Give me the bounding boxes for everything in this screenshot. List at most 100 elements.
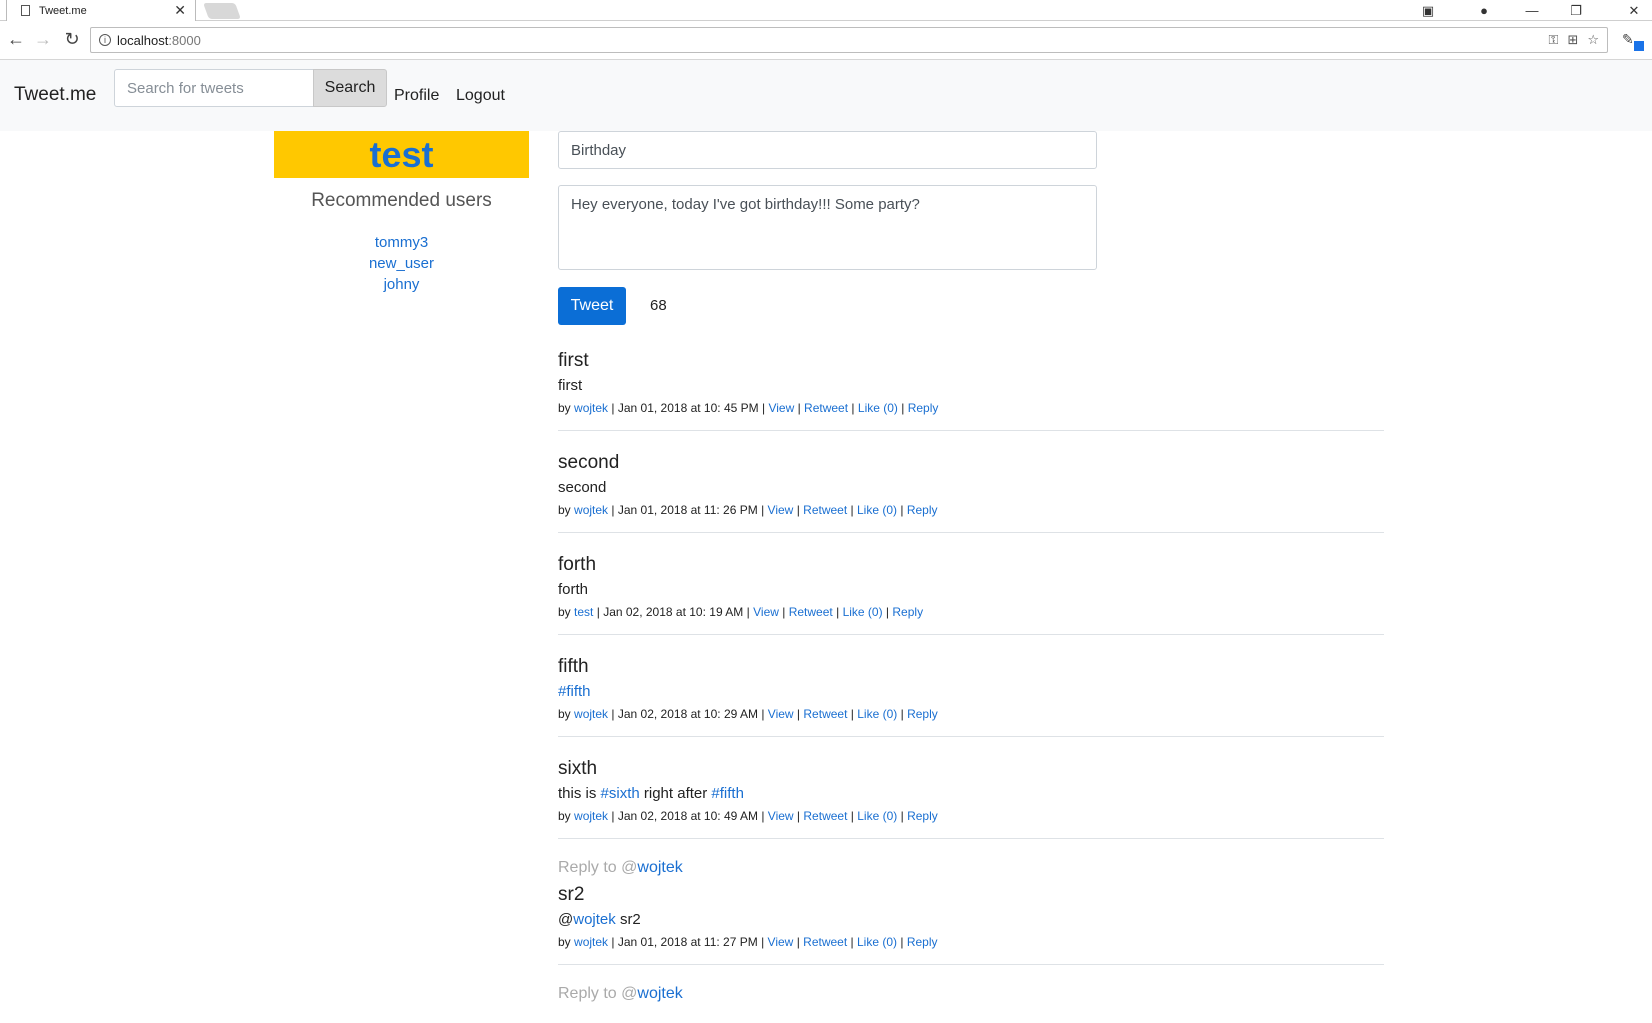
retweet-link[interactable]: Retweet (803, 503, 847, 517)
view-link[interactable]: View (753, 605, 779, 619)
retweet-link[interactable]: Retweet (803, 935, 847, 949)
tweet-title-input[interactable] (558, 131, 1097, 169)
info-icon[interactable]: i (99, 34, 111, 46)
user-banner: test (274, 131, 529, 178)
tweet-body: @wojtek sr2 (558, 911, 641, 928)
tweet-item: Reply to @wojtek (558, 965, 1384, 1023)
tweet-date: Jan 02, 2018 at 10: 49 AM (617, 809, 758, 823)
tweet-body-input[interactable]: Hey everyone, today I've got birthday!!!… (558, 185, 1097, 270)
tweet-body: second (558, 479, 607, 496)
tweet-item: second second by wojtek | Jan 01, 2018 a… (558, 431, 1384, 533)
tweet-title: fifth (558, 656, 589, 677)
tweet-author-link[interactable]: wojtek (574, 503, 608, 517)
tweet-meta: by wojtek | Jan 02, 2018 at 10: 49 AM | … (558, 809, 938, 823)
reply-to-user-link[interactable]: wojtek (637, 985, 682, 1002)
cast-icon[interactable]: ▣ (1410, 0, 1446, 21)
mention-link[interactable]: wojtek (573, 911, 616, 928)
like-link[interactable]: Like (0) (857, 935, 897, 949)
browser-tab[interactable]: Tweet.me ✕ (6, 0, 196, 21)
tweet-author-link[interactable]: test (574, 605, 593, 619)
translate-icon[interactable]: ⊞ (1567, 32, 1578, 48)
star-icon[interactable]: ☆ (1587, 32, 1599, 48)
recommended-users-list: tommy3 new_user johny (274, 234, 529, 293)
hashtag-link[interactable]: #sixth (601, 785, 640, 802)
tweet-title: second (558, 452, 620, 473)
key-icon[interactable]: ⚿ (1549, 32, 1559, 48)
retweet-link[interactable]: Retweet (789, 605, 833, 619)
like-link[interactable]: Like (0) (858, 401, 898, 415)
reply-to-user-link[interactable]: wojtek (637, 859, 682, 876)
search-input[interactable] (114, 69, 314, 107)
retweet-link[interactable]: Retweet (804, 401, 848, 415)
window-close-icon[interactable]: ✕ (1616, 0, 1652, 21)
hashtag-link[interactable]: #fifth (711, 785, 744, 802)
profile-link[interactable]: Profile (394, 87, 439, 105)
tweet-meta: by wojtek | Jan 01, 2018 at 11: 26 PM | … (558, 503, 938, 517)
logout-link[interactable]: Logout (456, 87, 505, 105)
hashtag-link[interactable]: #fifth (558, 683, 591, 700)
tweet-date: Jan 01, 2018 at 10: 45 PM (617, 401, 759, 415)
back-arrow-icon[interactable]: ← (4, 27, 28, 51)
recommended-user-link[interactable]: johny (274, 276, 529, 293)
new-tab-button[interactable] (203, 3, 241, 19)
tweet-title: first (558, 350, 589, 371)
view-link[interactable]: View (768, 935, 794, 949)
search-button[interactable]: Search (313, 69, 387, 107)
page-icon (21, 5, 30, 16)
reply-link[interactable]: Reply (907, 809, 938, 823)
tweet-item: sixth this is #sixth right after #fifth … (558, 737, 1384, 839)
retweet-link[interactable]: Retweet (803, 707, 847, 721)
view-link[interactable]: View (768, 401, 794, 415)
like-link[interactable]: Like (0) (857, 707, 897, 721)
address-bar[interactable]: i localhost:8000 ⚿ ⊞ ☆ (90, 27, 1608, 53)
tweet-meta: by wojtek | Jan 02, 2018 at 10: 29 AM | … (558, 707, 938, 721)
tab-close-icon[interactable]: ✕ (174, 2, 186, 19)
site-navbar: Tweet.me Search Profile Logout (0, 60, 1652, 131)
browser-tab-title: Tweet.me (39, 4, 87, 17)
brand-logo[interactable]: Tweet.me (14, 84, 96, 106)
reply-link[interactable]: Reply (907, 707, 938, 721)
like-link[interactable]: Like (0) (857, 503, 897, 517)
tweet-author-link[interactable]: wojtek (574, 401, 608, 415)
tweet-item: forth forth by test | Jan 02, 2018 at 10… (558, 533, 1384, 635)
recommended-user-link[interactable]: tommy3 (274, 234, 529, 251)
like-link[interactable]: Like (0) (843, 605, 883, 619)
browser-tabstrip: Tweet.me ✕ ▣ ● — ❐ ✕ (0, 0, 1652, 21)
reply-link[interactable]: Reply (892, 605, 923, 619)
view-link[interactable]: View (768, 809, 794, 823)
reply-link[interactable]: Reply (908, 401, 939, 415)
tweet-title: sr2 (558, 884, 585, 905)
reply-link[interactable]: Reply (907, 935, 938, 949)
view-link[interactable]: View (768, 707, 794, 721)
reply-link[interactable]: Reply (907, 503, 938, 517)
url-port: :8000 (168, 32, 201, 48)
restore-icon[interactable]: ❐ (1558, 0, 1594, 21)
recommended-user-link[interactable]: new_user (274, 255, 529, 272)
tweet-item: first first by wojtek | Jan 01, 2018 at … (558, 341, 1384, 431)
reload-icon[interactable]: ↻ (60, 27, 84, 51)
extension-icon[interactable]: ✎ (1622, 31, 1644, 51)
tweet-title: sixth (558, 758, 598, 779)
minimize-icon[interactable]: — (1514, 0, 1550, 21)
forward-arrow-icon[interactable]: → (31, 27, 55, 51)
tweet-author-link[interactable]: wojtek (574, 809, 608, 823)
tweet-body: first (558, 377, 583, 394)
like-link[interactable]: Like (0) (857, 809, 897, 823)
tweet-title: forth (558, 554, 597, 575)
browser-toolbar: ← → ↻ i localhost:8000 ⚿ ⊞ ☆ ✎ (0, 21, 1652, 60)
view-link[interactable]: View (768, 503, 794, 517)
char-count: 68 (650, 297, 667, 314)
retweet-link[interactable]: Retweet (803, 809, 847, 823)
reply-to-label: Reply to @wojtek (558, 859, 683, 876)
tweet-date: Jan 01, 2018 at 11: 27 PM (617, 935, 758, 949)
tweet-meta: by wojtek | Jan 01, 2018 at 11: 27 PM | … (558, 935, 938, 949)
reply-to-label: Reply to @wojtek (558, 985, 683, 1002)
tweet-body: #fifth (558, 681, 1384, 702)
tweet-date: Jan 02, 2018 at 10: 29 AM (617, 707, 758, 721)
tweet-item: fifth #fifth by wojtek | Jan 02, 2018 at… (558, 635, 1384, 737)
tweet-button[interactable]: Tweet (558, 287, 626, 325)
tweet-author-link[interactable]: wojtek (574, 935, 608, 949)
tweet-date: Jan 02, 2018 at 10: 19 AM (603, 605, 744, 619)
tweet-author-link[interactable]: wojtek (574, 707, 608, 721)
account-icon[interactable]: ● (1466, 0, 1502, 21)
